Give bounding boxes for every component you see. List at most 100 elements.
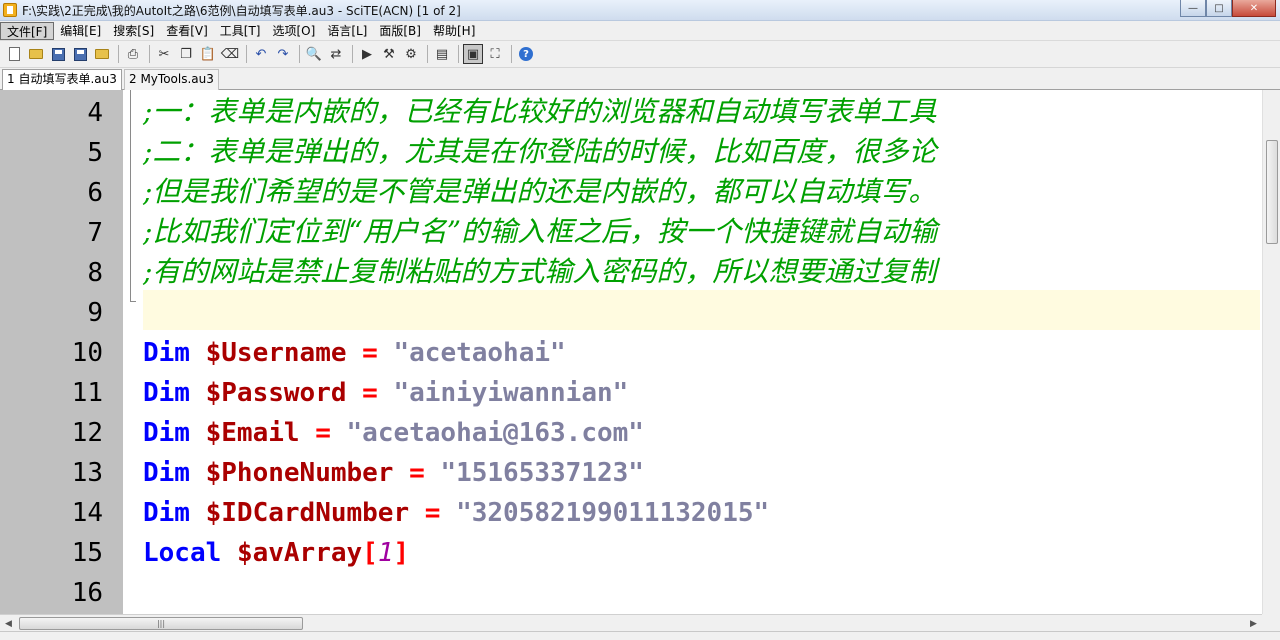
window-title: F:\实践\2正完成\我的AutoIt之路\6范例\自动填写表单.au3 - S… — [22, 3, 461, 18]
line-number: 12 — [71, 418, 103, 448]
code-statement: Dim $Username = "acetaohai" — [143, 330, 566, 370]
horizontal-scrollbar[interactable]: ◀ ||| ▶ — [0, 614, 1262, 631]
new-file-icon[interactable] — [4, 44, 24, 64]
menu-help[interactable]: 帮助[H] — [427, 22, 481, 40]
tab-mytools[interactable]: 2 MyTools.au3 — [124, 69, 219, 90]
code-line: 14 Dim $IDCardNumber = "3205821990111320… — [0, 490, 1262, 530]
code-line: 13 Dim $PhoneNumber = "15165337123" — [0, 450, 1262, 490]
scrollbar-corner — [1262, 614, 1280, 631]
build-icon[interactable]: ⚙ — [401, 44, 421, 64]
menu-search[interactable]: 搜索[S] — [107, 22, 160, 40]
code-statement: Dim $PhoneNumber = "15165337123" — [143, 450, 644, 490]
line-number: 10 — [71, 338, 103, 368]
toolbar-separator — [246, 45, 247, 63]
code-line: 8 ;有的网站是禁止复制粘贴的方式输入密码的，所以想要通过复制 — [0, 250, 1262, 290]
toolbar-separator — [118, 45, 119, 63]
string-token: "15165337123" — [440, 458, 644, 488]
code-line: 9 — [0, 290, 1262, 330]
code-line: 12 Dim $Email = "acetaohai@163.com" — [0, 410, 1262, 450]
horizontal-scroll-thumb[interactable]: ||| — [19, 617, 303, 630]
menu-file[interactable]: 文件[F] — [0, 21, 55, 40]
menu-panel[interactable]: 面版[B] — [373, 22, 427, 40]
menu-options[interactable]: 选项[O] — [267, 22, 322, 40]
scroll-left-icon[interactable]: ◀ — [0, 615, 17, 632]
line-number: 9 — [87, 298, 103, 328]
save-all-icon[interactable] — [70, 44, 90, 64]
operator-token: = — [424, 498, 441, 528]
cut-icon[interactable]: ✂ — [154, 44, 174, 64]
scroll-right-icon[interactable]: ▶ — [1245, 615, 1262, 632]
toolbar-separator — [299, 45, 300, 63]
scite-window: F:\实践\2正完成\我的AutoIt之路\6范例\自动填写表单.au3 - S… — [0, 0, 1280, 640]
window-controls: — □ ✕ — [1180, 0, 1276, 18]
toolbar-separator — [352, 45, 353, 63]
paste-icon[interactable]: 📋 — [198, 44, 218, 64]
operator-token: = — [409, 458, 425, 488]
line-number: 7 — [87, 218, 103, 248]
keyword-token: Dim — [143, 498, 190, 528]
delete-icon[interactable]: ⌫ — [220, 44, 240, 64]
help-icon[interactable]: ? — [516, 44, 536, 64]
open-folder-icon[interactable] — [26, 44, 46, 64]
line-number: 4 — [87, 98, 103, 128]
line-number: 15 — [71, 538, 103, 568]
replace-icon[interactable]: ⇄ — [326, 44, 346, 64]
code-line: 6 ;但是我们希望的是不管是弹出的还是内嵌的，都可以自动填写。 — [0, 170, 1262, 210]
code-line: 15 Local $avArray[1] — [0, 530, 1262, 570]
menu-view[interactable]: 查看[V] — [160, 22, 214, 40]
find-icon[interactable]: 🔍 — [304, 44, 324, 64]
copy-icon[interactable]: ❐ — [176, 44, 196, 64]
close-button[interactable]: ✕ — [1232, 0, 1276, 17]
code-editor[interactable]: 4 ;一：表单是内嵌的，已经有比较好的浏览器和自动填写表单工具 5 ;二：表单是… — [0, 90, 1262, 614]
toolbar: ⎙ ✂ ❐ 📋 ⌫ ↶ ↷ 🔍 ⇄ ▶ ⚒ ⚙ ▤ ▣ ⛶ ? — [0, 41, 1280, 68]
tab-autofill-form[interactable]: 1 自动填写表单.au3 — [2, 69, 122, 91]
fullscreen-icon[interactable]: ⛶ — [485, 44, 505, 64]
compile-icon[interactable]: ⚒ — [379, 44, 399, 64]
run-icon[interactable]: ▶ — [357, 44, 377, 64]
code-line: 11 Dim $Password = "ainiyiwannian" — [0, 370, 1262, 410]
code-line: 16 — [0, 570, 1262, 610]
code-line: 10 Dim $Username = "acetaohai" — [0, 330, 1262, 370]
redo-icon[interactable]: ↷ — [273, 44, 293, 64]
line-number: 11 — [71, 378, 103, 408]
code-statement: Local $avArray[1] — [143, 530, 409, 570]
console-icon[interactable]: ▣ — [463, 44, 483, 64]
toolbar-separator — [458, 45, 459, 63]
menu-tools[interactable]: 工具[T] — [214, 22, 267, 40]
variable-token: $avArray — [236, 538, 363, 568]
status-bar — [0, 631, 1280, 640]
save-icon[interactable] — [48, 44, 68, 64]
variable-token: $IDCardNumber — [205, 498, 410, 528]
menu-edit[interactable]: 编辑[E] — [54, 22, 107, 40]
code-statement: Dim $IDCardNumber = "320582199011132015" — [143, 490, 769, 530]
open-recent-icon[interactable] — [92, 44, 112, 64]
variable-token: $Password — [205, 378, 347, 408]
variable-token: $PhoneNumber — [205, 458, 394, 488]
vertical-scroll-thumb[interactable] — [1266, 140, 1278, 244]
maximize-button[interactable]: □ — [1206, 0, 1232, 17]
tab-bar: 1 自动填写表单.au3 2 MyTools.au3 — [0, 68, 1280, 91]
bracket-close-token: ] — [393, 538, 410, 568]
menu-bar: 文件[F] 编辑[E] 搜索[S] 查看[V] 工具[T] 选项[O] 语言[L… — [0, 21, 1280, 41]
menu-language[interactable]: 语言[L] — [321, 22, 373, 40]
print-icon[interactable]: ⎙ — [123, 44, 143, 64]
line-number: 5 — [87, 138, 103, 168]
code-line: 4 ;一：表单是内嵌的，已经有比较好的浏览器和自动填写表单工具 — [0, 90, 1262, 130]
keyword-token: Local — [143, 538, 222, 568]
code-line: 7 ;比如我们定位到“用户名”的输入框之后，按一个快捷键就自动输 — [0, 210, 1262, 250]
scite-app-icon[interactable] — [3, 3, 17, 17]
code-statement: Dim $Email = "acetaohai@163.com" — [143, 410, 644, 450]
toggle-panel-icon[interactable]: ▤ — [432, 44, 452, 64]
toolbar-separator — [511, 45, 512, 63]
toolbar-separator — [427, 45, 428, 63]
keyword-token: Dim — [143, 418, 190, 448]
vertical-scrollbar[interactable] — [1262, 90, 1280, 614]
string-token: "ainiyiwannian" — [393, 378, 629, 408]
minimize-button[interactable]: — — [1180, 0, 1206, 17]
number-token: 1 — [377, 538, 394, 568]
keyword-token: Dim — [143, 458, 190, 488]
keyword-token: Dim — [143, 378, 190, 408]
undo-icon[interactable]: ↶ — [251, 44, 271, 64]
comment-text: ;一：表单是内嵌的，已经有比较好的浏览器和自动填写表单工具 — [143, 95, 937, 128]
variable-token: $Email — [205, 418, 300, 448]
